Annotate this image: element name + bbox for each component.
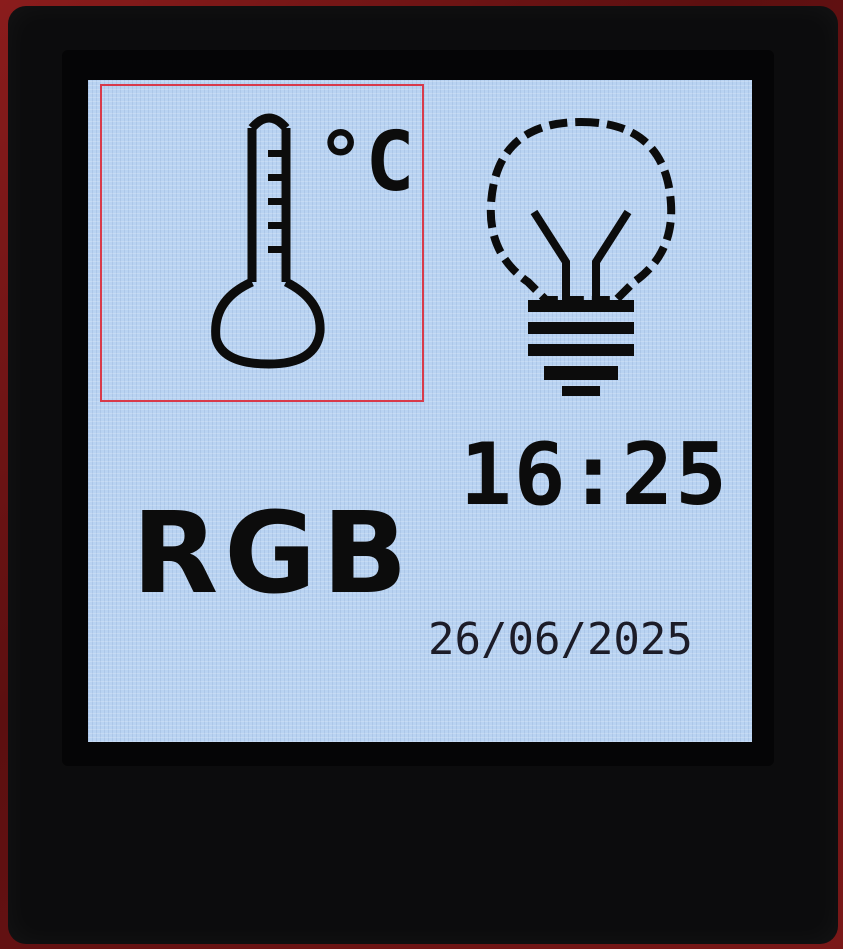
clock-time: 16:25 (460, 425, 729, 525)
lcd-screen: °C 16:25 RGB 26/06/2025 (88, 80, 752, 742)
temperature-tile[interactable]: °C (100, 84, 424, 402)
rgb-tile[interactable]: RGB (132, 498, 414, 610)
light-bulb-icon[interactable] (466, 104, 696, 404)
temperature-unit-label: °C (316, 115, 415, 210)
clock-date: 26/06/2025 (428, 614, 693, 665)
